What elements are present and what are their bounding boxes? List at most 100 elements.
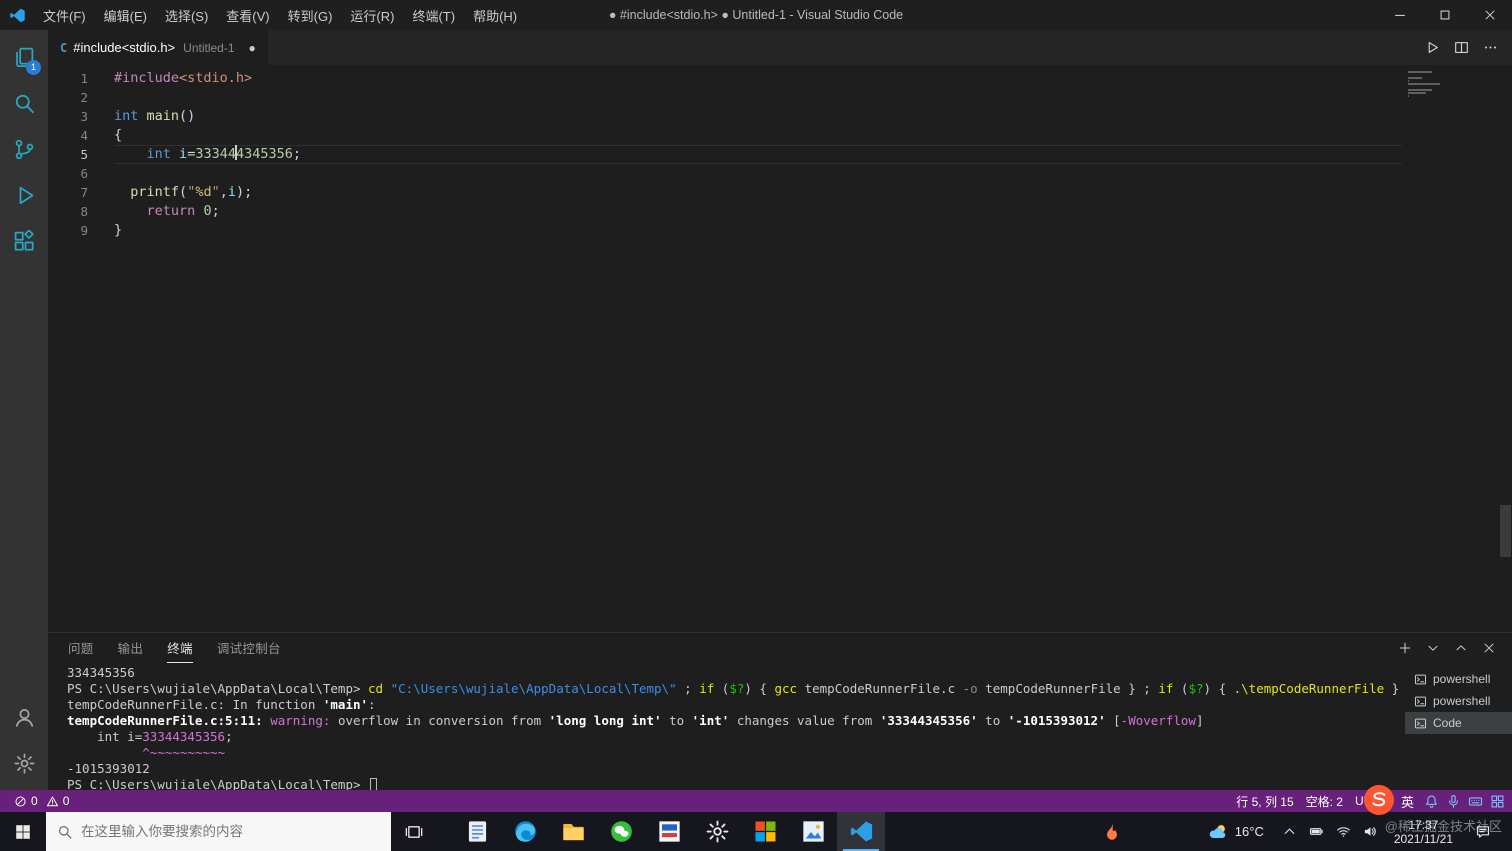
close-panel-button[interactable] [1482, 641, 1496, 655]
ime-mode-indicator[interactable]: 英 [1395, 792, 1420, 811]
new-terminal-button[interactable] [1398, 641, 1412, 655]
activity-search[interactable] [0, 80, 48, 126]
weather-widget[interactable]: 16°C [1196, 822, 1276, 842]
maximize-panel-button[interactable] [1454, 641, 1468, 655]
editor-line[interactable]: 7 printf("%d",i); [48, 183, 1512, 202]
start-button[interactable] [0, 812, 46, 851]
maximize-icon [1438, 8, 1452, 22]
isp-app[interactable] [645, 812, 693, 851]
task-view-icon [405, 823, 423, 841]
hidden-icons-icon [1282, 824, 1297, 839]
network-button[interactable] [1330, 824, 1357, 839]
panel-tab-output[interactable]: 输出 [118, 633, 144, 663]
editor-scrollbar[interactable] [1500, 505, 1511, 557]
action-center-button[interactable] [1463, 824, 1503, 840]
activity-accounts[interactable] [0, 694, 48, 740]
line-number: 9 [80, 223, 88, 238]
activity-run-and-debug[interactable] [0, 172, 48, 218]
security-app-icon [1101, 821, 1123, 843]
settings-app[interactable] [693, 812, 741, 851]
search-input[interactable] [81, 824, 380, 839]
store-app-icon [753, 819, 778, 844]
panel-tab-terminal[interactable]: 终端 [167, 633, 193, 663]
activity-manage[interactable] [0, 740, 48, 786]
search-icon [57, 824, 73, 840]
kbd-icon [1468, 794, 1483, 809]
photos-app[interactable] [789, 812, 837, 851]
activity-explorer[interactable]: 1 [0, 34, 48, 80]
problems-errors[interactable]: 0 0 [8, 794, 75, 808]
soft-keyboard-button[interactable] [1464, 794, 1486, 809]
code-editor[interactable]: 1 #include<stdio.h> 2 3 int main() 4{5 int i=… [48, 65, 1512, 632]
editor-line[interactable]: 4{ [48, 126, 1512, 145]
chevdown-icon [1426, 641, 1440, 655]
close-button[interactable] [1467, 0, 1512, 30]
terminal-output[interactable]: 334345356 PS C:\Users\wujiale\AppData\Loc… [48, 663, 1405, 790]
volume-button[interactable] [1357, 824, 1384, 839]
menu-item[interactable]: 运行(R) [341, 6, 403, 25]
terminal-profiles-button[interactable] [1426, 641, 1440, 655]
editor-line[interactable]: 5 int i=333444345356; [48, 145, 1512, 164]
security-app[interactable] [1092, 821, 1132, 843]
microphone-button[interactable] [1442, 794, 1464, 809]
error-icon [14, 795, 27, 808]
notification-bell-button[interactable] [1420, 794, 1442, 809]
accounts-icon [13, 706, 36, 729]
terminal-line: int i=33344345356; [67, 729, 233, 744]
menu-item[interactable]: 文件(F) [34, 6, 95, 25]
file-explorer[interactable] [549, 812, 597, 851]
manage-icon [13, 752, 36, 775]
activity-source-control[interactable] [0, 126, 48, 172]
terminal-list: powershell powershell Code [1405, 663, 1512, 790]
battery-button[interactable] [1303, 824, 1330, 839]
photos-app-icon [801, 819, 826, 844]
editor-line[interactable]: 9} [48, 221, 1512, 240]
terminal-list-item[interactable]: powershell [1405, 668, 1512, 690]
indentation[interactable]: 空格: 2 [1300, 793, 1349, 810]
menu-item[interactable]: 转到(G) [279, 6, 342, 25]
tab-bar: C #include<stdio.h> Untitled-1 ● [48, 30, 1512, 65]
taskbar-search[interactable] [46, 812, 391, 851]
panel-tab-problems[interactable]: 问题 [68, 633, 94, 663]
minimap[interactable] [1408, 71, 1498, 98]
menu-item[interactable]: 帮助(H) [464, 6, 526, 25]
wechat-app[interactable] [597, 812, 645, 851]
task-view-button[interactable] [391, 812, 437, 851]
minimap-line [1408, 89, 1432, 91]
panel-actions [1398, 641, 1512, 655]
editor-line[interactable]: 6 [48, 164, 1512, 183]
run-file-button[interactable] [1425, 40, 1440, 55]
cursor-position[interactable]: 行 5, 列 15 [1230, 793, 1299, 810]
menu-item[interactable]: 查看(V) [217, 6, 278, 25]
ime-toolbox-button[interactable] [1486, 794, 1508, 809]
tab-description: Untitled-1 [183, 40, 235, 55]
editor-line[interactable]: 3 int main() [48, 107, 1512, 126]
store-app[interactable] [741, 812, 789, 851]
run-and-debug-icon [13, 184, 36, 207]
maximize-button[interactable] [1422, 0, 1467, 30]
split-editor-button[interactable] [1454, 40, 1469, 55]
clock[interactable]: 17:37 2021/11/21 [1384, 818, 1463, 846]
line-number: 2 [80, 90, 88, 105]
menu-item[interactable]: 编辑(E) [95, 6, 156, 25]
editor-line[interactable]: 8 return 0; [48, 202, 1512, 221]
status-bar: 0 0 行 5, 列 15空格: 2UTF-8英 [0, 785, 1512, 815]
tab-include-stdio[interactable]: C #include<stdio.h> Untitled-1 ● [48, 30, 268, 65]
hidden-icons-button[interactable] [1276, 824, 1303, 839]
menu-item[interactable]: 终端(T) [403, 6, 464, 25]
notepad-app[interactable] [453, 812, 501, 851]
terminal-list-item[interactable]: Code [1405, 712, 1512, 734]
terminal-list-item[interactable]: powershell [1405, 690, 1512, 712]
activity-extensions[interactable] [0, 218, 48, 264]
window-controls [1377, 0, 1512, 30]
notepad-app-icon [465, 819, 490, 844]
editor-line[interactable]: 2 [48, 88, 1512, 107]
volume-icon [1363, 824, 1378, 839]
menu-item[interactable]: 选择(S) [156, 6, 217, 25]
panel-tab-debug-console[interactable]: 调试控制台 [217, 633, 281, 663]
minimize-button[interactable] [1377, 0, 1422, 30]
edge-browser[interactable] [501, 812, 549, 851]
more-actions-button[interactable] [1483, 40, 1498, 55]
vscode-app[interactable] [837, 812, 885, 851]
editor-line[interactable]: 1 #include<stdio.h> [48, 69, 1512, 88]
